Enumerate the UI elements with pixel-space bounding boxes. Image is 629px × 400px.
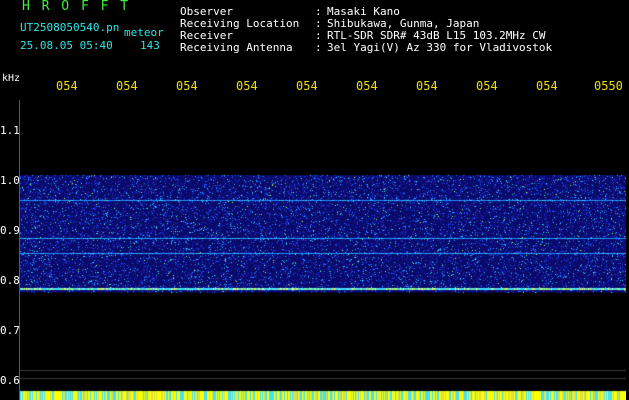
file-datetime: 25.08.05 05:40	[20, 39, 113, 52]
x-tick-label: 054	[116, 79, 138, 93]
info-value-antenna: 3el Yagi(V) Az 330 for Vladivostok	[327, 41, 553, 54]
file-name: UT2508050540.pn	[20, 21, 120, 34]
x-tick-label: 054	[296, 79, 318, 93]
info-value-receiver: RTL-SDR SDR# 43dB L15 103.2MHz CW	[327, 29, 546, 42]
y-tick-label: 0.9	[0, 224, 20, 237]
info-label-receiver: Receiver	[180, 29, 233, 42]
info-label-antenna: Receiving Antenna	[180, 41, 293, 54]
spectrogram-plot	[20, 100, 626, 400]
x-tick-label: 0550	[594, 79, 623, 93]
detection-count: 143	[140, 39, 160, 52]
info-colon: :	[315, 29, 322, 42]
y-tick-label: 1.1	[0, 124, 20, 137]
x-tick-label: 054	[56, 79, 78, 93]
x-tick-label: 054	[536, 79, 558, 93]
x-tick-label: 054	[236, 79, 258, 93]
x-tick-label: 054	[356, 79, 378, 93]
file-type: meteor	[124, 26, 164, 39]
y-tick-label: 1.0	[0, 174, 20, 187]
info-colon: :	[315, 17, 322, 30]
info-value-location: Shibukawa, Gunma, Japan	[327, 17, 480, 30]
y-axis-unit: kHz	[2, 73, 21, 84]
info-label-observer: Observer	[180, 5, 233, 18]
info-colon: :	[315, 41, 322, 54]
info-value-observer: Masaki Kano	[327, 5, 400, 18]
info-colon: :	[315, 5, 322, 18]
x-tick-label: 054	[176, 79, 198, 93]
y-tick-label: 0.6	[0, 374, 20, 387]
info-label-location: Receiving Location	[180, 17, 300, 30]
y-tick-label: 0.7	[0, 324, 20, 337]
x-tick-label: 054	[476, 79, 498, 93]
app-title: H R O F F T	[22, 0, 131, 14]
y-tick-label: 0.8	[0, 274, 20, 287]
x-tick-label: 054	[416, 79, 438, 93]
